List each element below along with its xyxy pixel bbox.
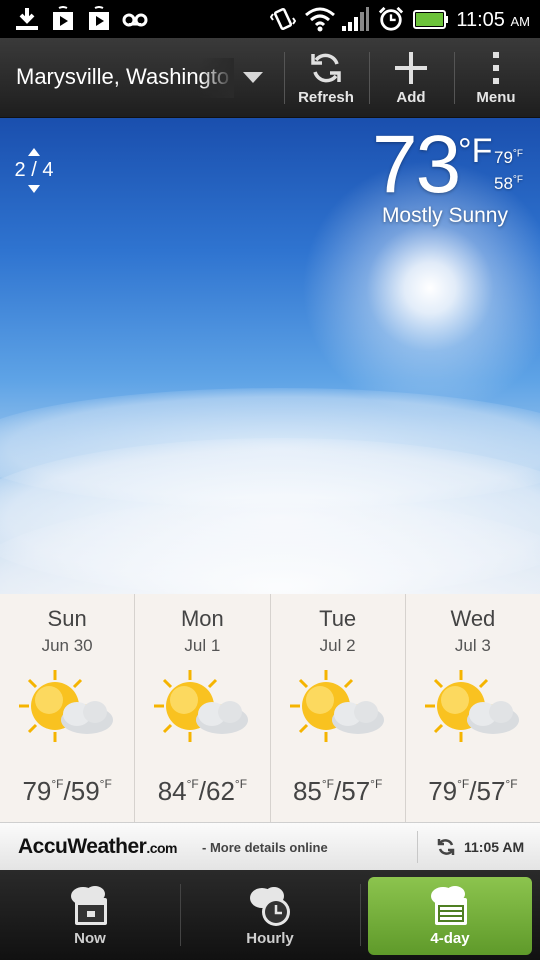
menu-label: Menu: [476, 89, 516, 106]
weather-condition: Mostly Sunny: [381, 204, 508, 227]
day-temperatures: 84°F/62°F: [157, 776, 248, 806]
forecast-day[interactable]: Mon Jul 1 84°F/62°F: [135, 594, 271, 822]
tab-label: 4-day: [430, 930, 470, 947]
partly-sunny-icon: [424, 670, 519, 742]
temperature-unit: °F: [458, 132, 493, 170]
tab-4-day[interactable]: 4-day: [368, 877, 532, 955]
tab-now[interactable]: Now: [0, 870, 180, 960]
voicemail-icon: [122, 13, 148, 27]
play-store-icon: [53, 6, 73, 30]
tab-label: Now: [74, 930, 106, 947]
location-fade: [200, 58, 234, 98]
action-bar: Marysville, Washington Refresh Add Menu: [0, 38, 540, 118]
tab-hourly[interactable]: Hourly: [181, 870, 359, 960]
plus-icon: [395, 52, 427, 84]
day-temperatures: 79°F/57°F: [428, 776, 518, 806]
forecast-strip: Sun Jun 30 79°F/59°F Mon Jul 1 84°F/62°F…: [0, 594, 540, 822]
day-temperatures: 85°F/57°F: [292, 776, 383, 806]
high-temperature: 79°F: [494, 148, 524, 167]
page-indicator: 2 / 4: [14, 159, 54, 181]
add-label: Add: [396, 89, 426, 106]
signal-icon: [342, 7, 369, 31]
status-bar: 11:05 AM: [0, 0, 540, 38]
refresh-icon: [311, 53, 341, 83]
current-weather-panel[interactable]: 2 / 4 73 °F 79°F 58°F Mostly Sunny: [0, 118, 540, 594]
day-date: Jul 2: [319, 636, 356, 655]
add-button[interactable]: Add: [369, 38, 453, 118]
current-temperature: 73: [372, 119, 461, 210]
tab-label: Hourly: [246, 930, 294, 947]
pager-down-icon[interactable]: [28, 185, 40, 193]
download-icon: [16, 8, 38, 30]
day-name: Wed: [450, 606, 496, 631]
pager-up-icon[interactable]: [28, 148, 40, 156]
overflow-menu-icon: [493, 52, 499, 84]
day-temperatures: 79°F/59°F: [22, 776, 112, 806]
status-clock: 11:05 AM: [456, 9, 530, 31]
forecast-day[interactable]: Sun Jun 30 79°F/59°F: [0, 594, 136, 822]
dropdown-arrow-icon[interactable]: [243, 72, 263, 83]
refresh-label: Refresh: [298, 89, 354, 106]
bottom-tab-bar: Now Hourly 4-day: [0, 870, 540, 960]
partly-sunny-icon: [289, 670, 384, 742]
low-temperature: 58°F: [494, 174, 524, 193]
location-selector[interactable]: Marysville, Washington: [16, 64, 230, 90]
refresh-button[interactable]: Refresh: [284, 38, 368, 118]
partly-sunny-icon: [19, 670, 114, 742]
alarm-icon: [378, 6, 404, 31]
footer-divider: [417, 831, 418, 863]
day-date: Jun 30: [41, 636, 93, 655]
accuweather-logo[interactable]: AccuWeather.com: [18, 835, 178, 859]
forecast-day[interactable]: Wed Jul 3 79°F/57°F: [406, 594, 540, 822]
accuweather-bar: AccuWeather.com - More details online 11…: [0, 822, 540, 870]
forecast-day[interactable]: Tue Jul 2 85°F/57°F: [271, 594, 406, 822]
day-name: Tue: [319, 606, 357, 631]
last-updated-time: 11:05 AM: [464, 839, 525, 855]
refresh-icon[interactable]: [436, 837, 456, 857]
day-date: Jul 3: [454, 636, 491, 655]
day-date: Jul 1: [184, 636, 221, 655]
clock-cloud-icon: [250, 887, 290, 926]
calendar-cloud-icon: [431, 886, 467, 925]
calendar-cloud-icon: [71, 886, 107, 925]
menu-button[interactable]: Menu: [454, 38, 538, 118]
partly-sunny-icon: [154, 670, 249, 742]
battery-icon: [413, 10, 448, 29]
day-name: Mon: [180, 606, 224, 631]
location-pager[interactable]: 2 / 4: [12, 148, 56, 193]
wifi-icon: [305, 7, 335, 32]
more-details-link[interactable]: - More details online: [202, 840, 328, 855]
vibrate-icon: [270, 7, 296, 31]
play-store-icon: [89, 6, 109, 30]
day-name: Sun: [47, 606, 87, 631]
tab-divider: [360, 884, 361, 946]
